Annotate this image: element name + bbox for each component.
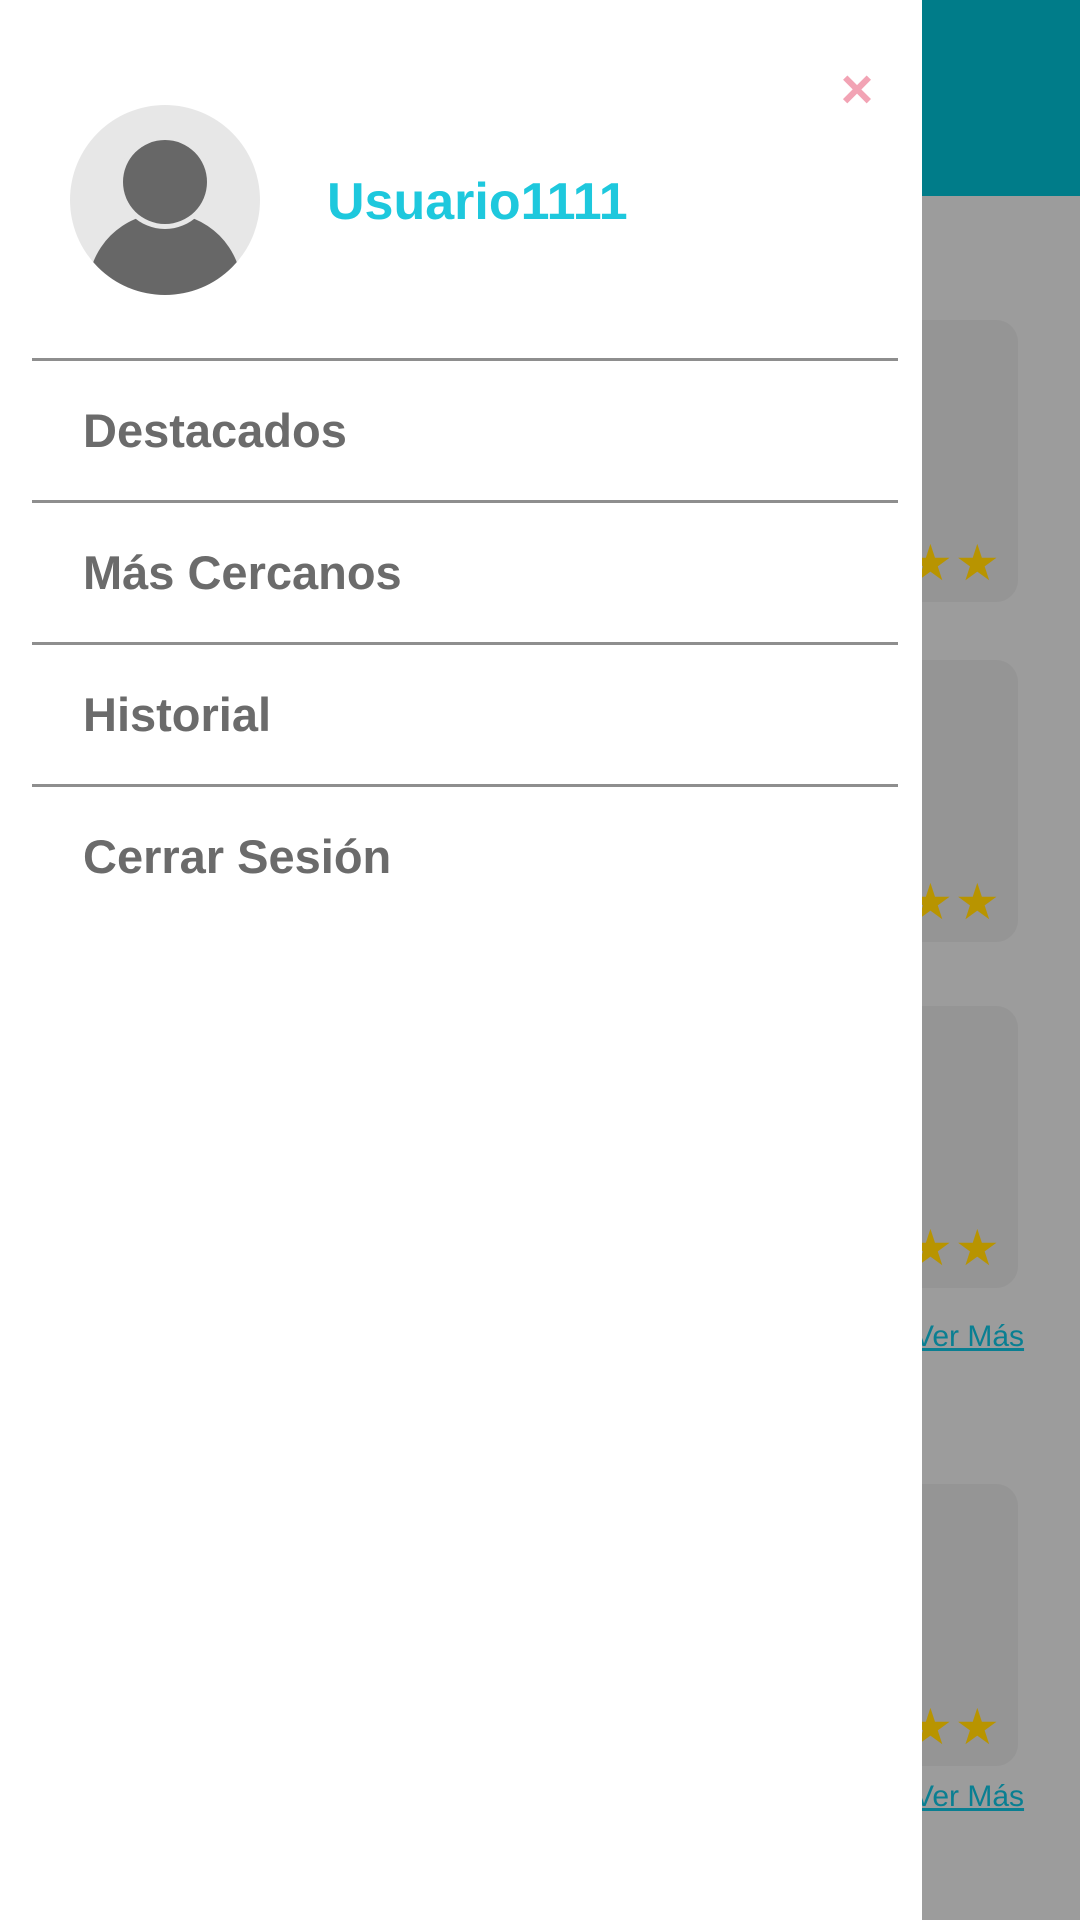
rating-stars: ★★ (908, 874, 1002, 930)
ver-mas-link[interactable]: Ver Más (914, 1780, 1024, 1814)
avatar (70, 105, 260, 295)
menu-item-historial[interactable]: Historial (32, 645, 898, 784)
navigation-drawer: × Usuario1111 Destacados Más Cercanos Hi… (0, 0, 922, 1920)
ver-mas-link[interactable]: Ver Más (914, 1320, 1024, 1354)
rating-stars: ★★ (908, 1699, 1002, 1755)
username: Usuario1111 (327, 173, 628, 231)
rating-stars: ★★ (908, 535, 1002, 591)
avatar-body (88, 213, 242, 295)
menu-item-destacados[interactable]: Destacados (32, 361, 898, 500)
menu-item-cerrar-sesion[interactable]: Cerrar Sesión (32, 787, 898, 926)
menu-item-mas-cercanos[interactable]: Más Cercanos (32, 503, 898, 642)
rating-stars: ★★ (908, 1220, 1002, 1276)
avatar-head (123, 140, 207, 224)
drawer-menu: Destacados Más Cercanos Historial Cerrar… (32, 358, 898, 926)
close-icon[interactable]: × (834, 61, 880, 117)
